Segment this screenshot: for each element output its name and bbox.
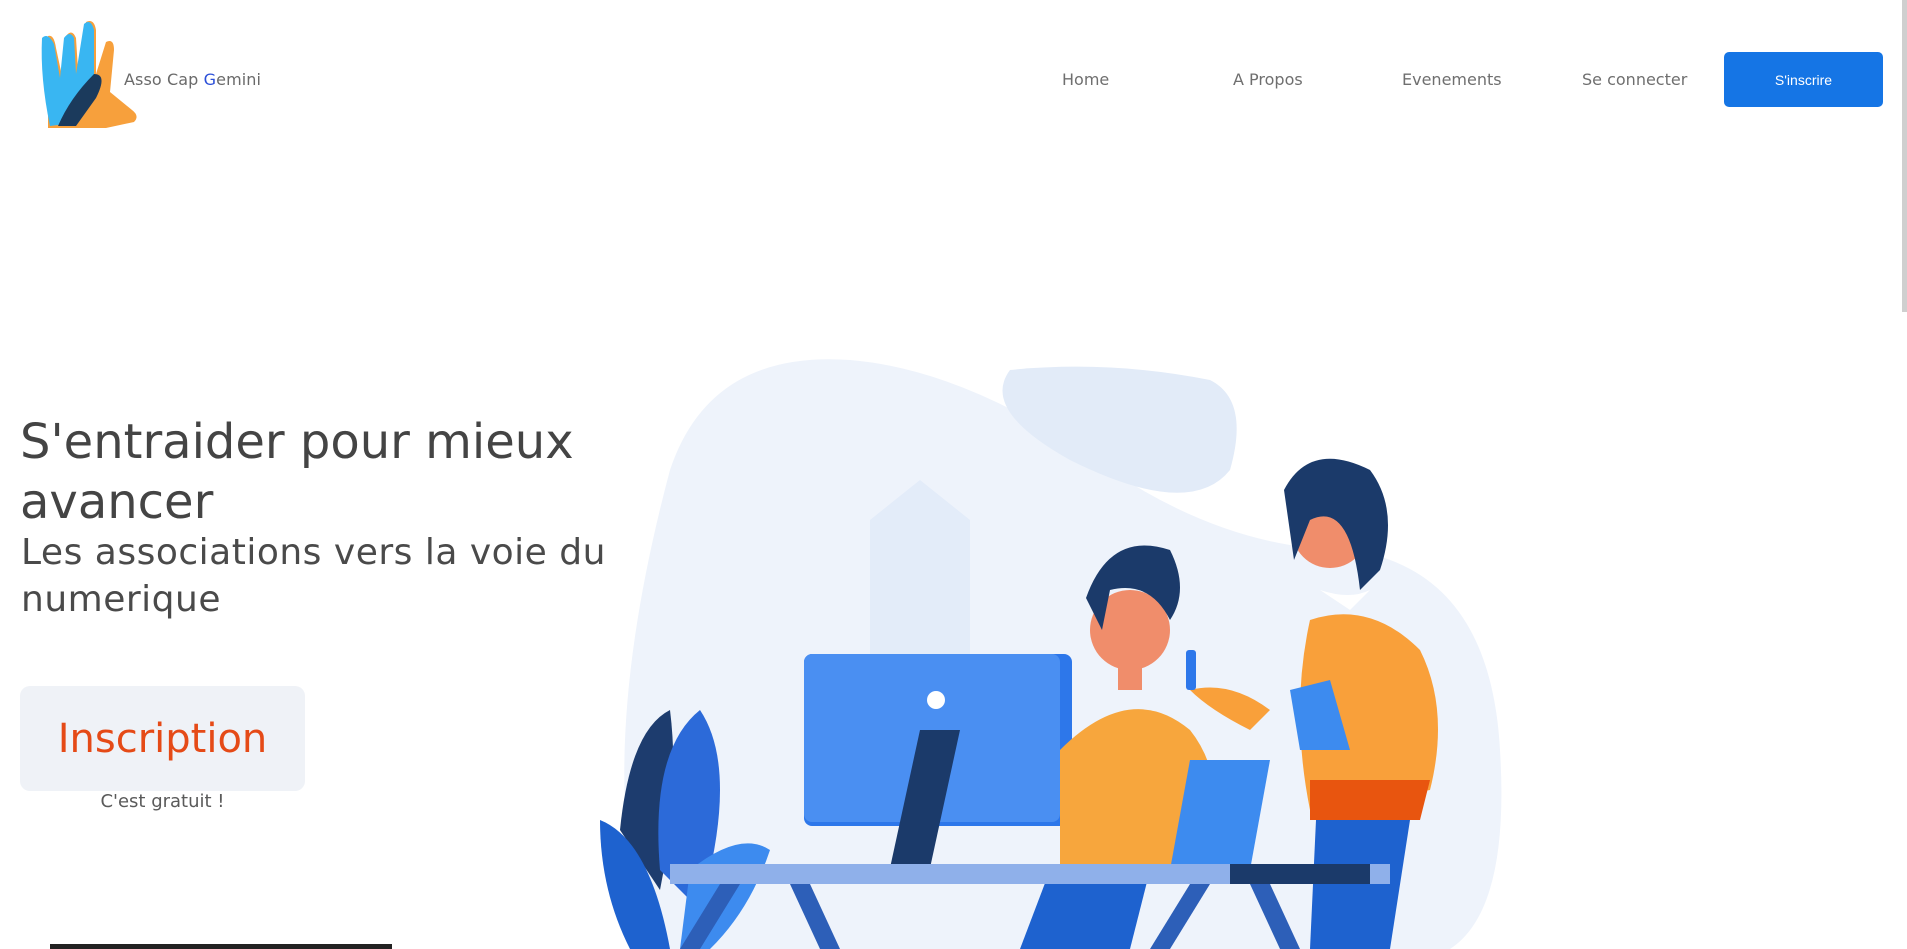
nav-about-link[interactable]: A Propos — [1233, 70, 1303, 89]
hero-title: S'entraider pour mieux avancer — [20, 414, 574, 530]
horizontal-scrollbar[interactable] — [50, 944, 392, 949]
nav-events-link[interactable]: Evenements — [1402, 70, 1502, 89]
signup-button[interactable]: S'inscrire — [1724, 52, 1883, 107]
inscription-label: Inscription — [57, 715, 268, 762]
brand-name[interactable]: Asso Cap Gemini — [124, 70, 261, 89]
brand-prefix: Asso Cap — [124, 70, 204, 89]
nav-login-link[interactable]: Se connecter — [1582, 70, 1687, 89]
hero-subtitle: Les associations vers la voie du numeriq… — [21, 532, 606, 620]
free-note: C'est gratuit ! — [100, 791, 225, 812]
brand-highlight-letter: G — [203, 70, 217, 89]
nav-home-link[interactable]: Home — [1062, 70, 1109, 89]
page-scrollbar[interactable] — [1902, 0, 1907, 312]
office-workers-illustration — [600, 359, 1502, 949]
brand-suffix: emini — [216, 70, 262, 89]
inscription-button[interactable]: Inscription — [20, 686, 305, 791]
